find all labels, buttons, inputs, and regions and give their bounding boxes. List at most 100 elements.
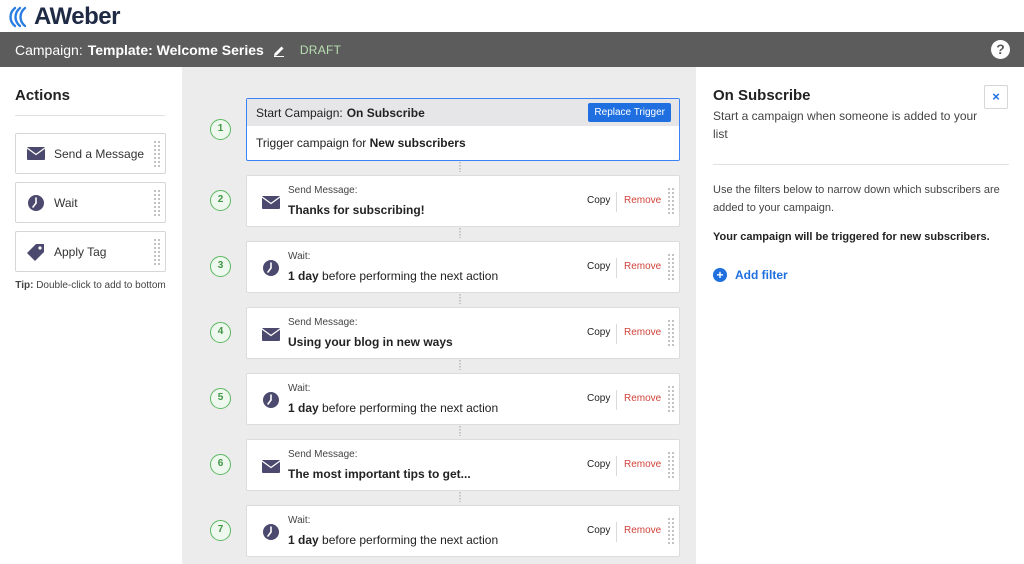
step-description-bold: The most important tips to get... xyxy=(288,467,471,481)
copy-button[interactable]: Copy xyxy=(587,195,610,206)
campaign-header: Campaign: Template: Welcome Series DRAFT… xyxy=(0,32,1024,67)
actions-sidebar: Actions Send a Message Wait Apply Tag Ti… xyxy=(0,67,182,564)
envelope-icon xyxy=(261,192,281,212)
connector-line xyxy=(459,426,461,436)
clock-icon xyxy=(261,390,281,410)
actions-title: Actions xyxy=(15,87,71,104)
step-number: 2 xyxy=(210,190,231,211)
trigger-value: On Subscribe xyxy=(346,105,425,120)
pencil-icon[interactable] xyxy=(273,44,285,57)
panel-subtitle: Start a campaign when someone is added t… xyxy=(713,109,978,141)
status-badge: DRAFT xyxy=(299,42,342,57)
action-send-message[interactable]: Send a Message xyxy=(15,133,166,174)
trigger-card[interactable]: Start Campaign: On Subscribe Replace Tri… xyxy=(246,98,680,161)
step-card[interactable]: Wait: 1 day before performing the next a… xyxy=(246,241,680,293)
drag-handle-icon[interactable] xyxy=(667,451,675,479)
envelope-icon xyxy=(261,456,281,476)
step-title: Send Message: xyxy=(288,449,358,460)
copy-button[interactable]: Copy xyxy=(587,393,610,404)
campaign-name: Template: Welcome Series xyxy=(87,41,264,58)
remove-button[interactable]: Remove xyxy=(624,261,661,272)
drag-handle-icon[interactable] xyxy=(153,140,161,168)
step-title: Wait: xyxy=(288,383,311,394)
step-description: Thanks for subscribing! xyxy=(288,203,425,217)
drag-handle-icon[interactable] xyxy=(667,319,675,347)
drag-handle-icon[interactable] xyxy=(153,189,161,217)
plus-circle-icon: + xyxy=(713,268,727,282)
add-filter-label: Add filter xyxy=(735,268,788,282)
clock-icon xyxy=(26,193,46,213)
step-description: 1 day before performing the next action xyxy=(288,269,498,283)
step-description-rest: before performing the next action xyxy=(318,401,499,415)
step-description: The most important tips to get... xyxy=(288,467,471,481)
remove-button[interactable]: Remove xyxy=(624,327,661,338)
logo-bar: AWeber xyxy=(0,0,1024,32)
action-label: Apply Tag xyxy=(54,244,107,259)
copy-button[interactable]: Copy xyxy=(587,459,610,470)
separator xyxy=(616,456,617,476)
panel-divider xyxy=(713,164,1009,165)
step-title: Wait: xyxy=(288,251,311,262)
tip-text: Tip: Double-click to add to bottom xyxy=(15,278,166,293)
action-apply-tag[interactable]: Apply Tag xyxy=(15,231,166,272)
remove-button[interactable]: Remove xyxy=(624,525,661,536)
action-wait[interactable]: Wait xyxy=(15,182,166,223)
add-filter-button[interactable]: + Add filter xyxy=(713,268,788,282)
step-card[interactable]: Send Message: Thanks for subscribing! Co… xyxy=(246,175,680,227)
copy-button[interactable]: Copy xyxy=(587,525,610,536)
connector-line xyxy=(459,360,461,370)
actions-divider xyxy=(15,115,165,116)
replace-trigger-button[interactable]: Replace Trigger xyxy=(588,103,671,122)
connector-line xyxy=(459,162,461,172)
step-number: 1 xyxy=(210,119,231,140)
drag-handle-icon[interactable] xyxy=(667,517,675,545)
remove-button[interactable]: Remove xyxy=(624,393,661,404)
drag-handle-icon[interactable] xyxy=(667,187,675,215)
action-label: Send a Message xyxy=(54,146,145,161)
remove-button[interactable]: Remove xyxy=(624,459,661,470)
drag-handle-icon[interactable] xyxy=(667,253,675,281)
step-card[interactable]: Wait: 1 day before performing the next a… xyxy=(246,505,680,557)
connector-line xyxy=(459,294,461,304)
separator xyxy=(616,192,617,212)
panel-title: On Subscribe xyxy=(713,87,811,104)
campaign-canvas: 1 Start Campaign: On Subscribe Replace T… xyxy=(182,67,696,564)
step-description-bold: Using your blog in new ways xyxy=(288,335,453,349)
trigger-label: Start Campaign: xyxy=(256,105,343,120)
step-number: 5 xyxy=(210,388,231,409)
trigger-body: Trigger campaign for New subscribers xyxy=(247,126,679,150)
aweber-waves-icon xyxy=(6,5,32,29)
separator xyxy=(616,324,617,344)
campaign-label: Campaign: xyxy=(15,41,83,58)
step-card[interactable]: Send Message: The most important tips to… xyxy=(246,439,680,491)
step-description-bold: 1 day xyxy=(288,401,319,415)
trigger-note: Your campaign will be triggered for new … xyxy=(713,231,990,243)
separator xyxy=(616,390,617,410)
step-number: 4 xyxy=(210,322,231,343)
drag-handle-icon[interactable] xyxy=(667,385,675,413)
step-description-bold: 1 day xyxy=(288,269,319,283)
trigger-settings-panel: On Subscribe × Start a campaign when som… xyxy=(696,67,1024,564)
copy-button[interactable]: Copy xyxy=(587,261,610,272)
step-title: Send Message: xyxy=(288,317,358,328)
connector-line xyxy=(459,228,461,238)
step-description-rest: before performing the next action xyxy=(318,533,499,547)
step-card[interactable]: Wait: 1 day before performing the next a… xyxy=(246,373,680,425)
step-description-bold: Thanks for subscribing! xyxy=(288,203,425,217)
step-description: 1 day before performing the next action xyxy=(288,401,498,415)
logo-text: AWeber xyxy=(34,3,120,30)
tip-label: Tip: xyxy=(15,280,34,291)
close-button[interactable]: × xyxy=(984,85,1008,109)
tag-icon xyxy=(26,242,46,262)
copy-button[interactable]: Copy xyxy=(587,327,610,338)
step-title: Wait: xyxy=(288,515,311,526)
step-card[interactable]: Send Message: Using your blog in new way… xyxy=(246,307,680,359)
envelope-icon xyxy=(26,144,46,164)
connector-line xyxy=(459,492,461,502)
drag-handle-icon[interactable] xyxy=(153,238,161,266)
clock-icon xyxy=(261,258,281,278)
step-title: Send Message: xyxy=(288,185,358,196)
help-button[interactable]: ? xyxy=(991,40,1010,59)
remove-button[interactable]: Remove xyxy=(624,195,661,206)
aweber-logo[interactable]: AWeber xyxy=(6,3,120,31)
